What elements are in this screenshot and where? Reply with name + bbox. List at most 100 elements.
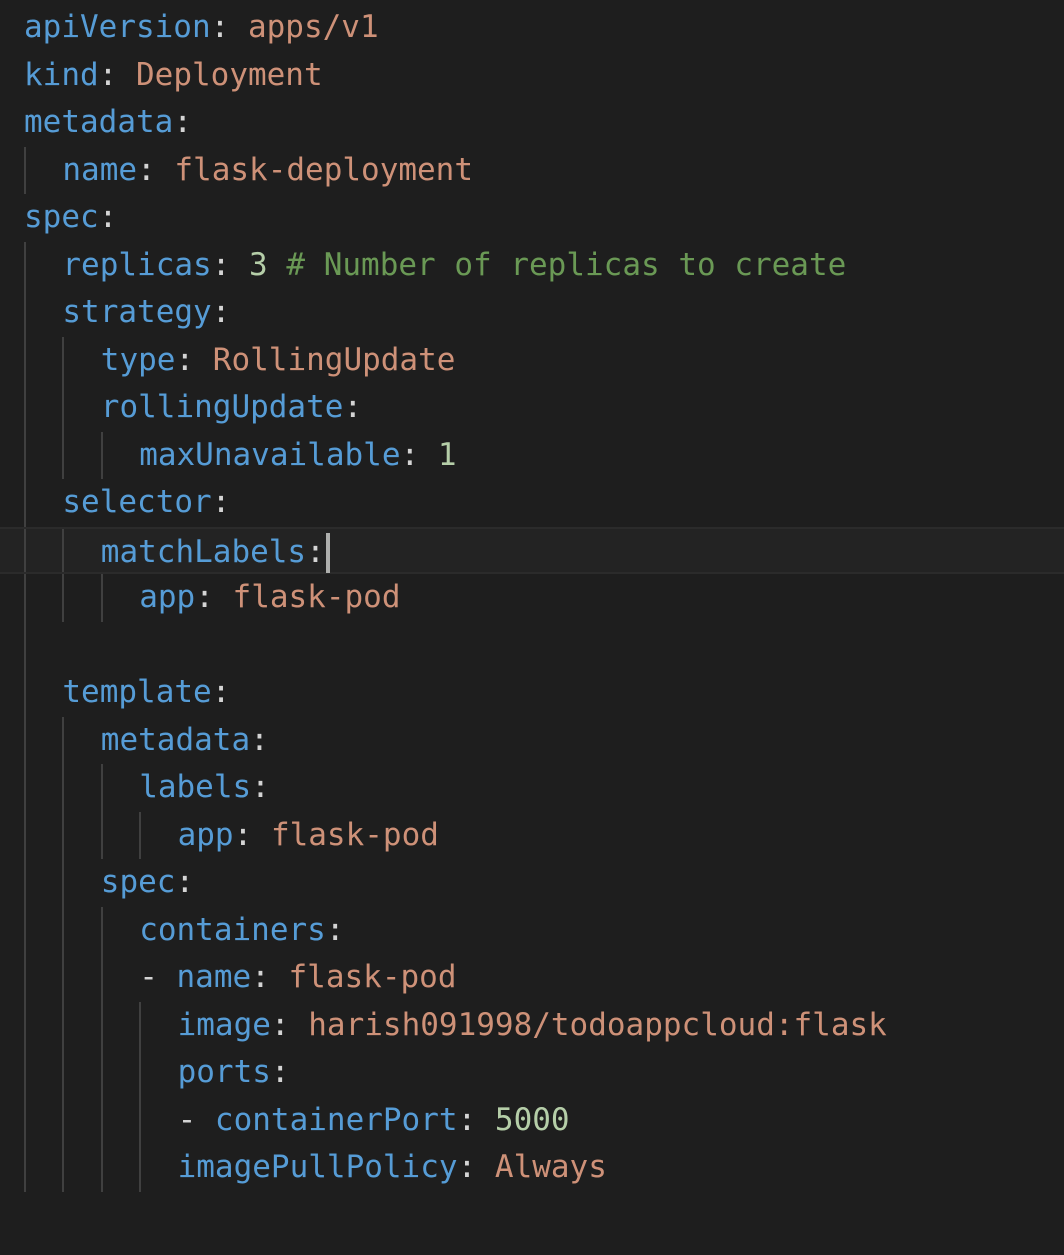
text-cursor <box>325 533 330 573</box>
code-line[interactable]: spec: <box>0 194 1064 242</box>
yaml-key: metadata <box>100 721 251 758</box>
indent-guide <box>100 1096 103 1144</box>
code-line[interactable]: strategy: <box>0 289 1064 337</box>
yaml-colon: : <box>195 579 214 615</box>
indent-guide <box>139 811 142 859</box>
yaml-value: 1 <box>437 436 457 473</box>
code-line[interactable]: - containerPort: 5000 <box>0 1096 1064 1145</box>
code-line[interactable]: app: flask-pod <box>0 574 1064 622</box>
list-dash: - <box>139 959 177 995</box>
indent-guide <box>24 146 26 194</box>
indent-guide <box>24 954 26 1002</box>
indent-guide <box>100 906 103 954</box>
indent-guide <box>62 336 65 384</box>
yaml-key: apiVersion <box>24 9 211 45</box>
yaml-colon: : <box>98 56 118 93</box>
code-line[interactable]: - name: flask-pod <box>0 954 1064 1002</box>
yaml-value: apps/v1 <box>247 9 379 45</box>
list-dash: - <box>177 1101 215 1138</box>
indent-guide <box>62 859 65 907</box>
yaml-value: RollingUpdate <box>212 341 456 378</box>
indent-guide <box>62 574 65 622</box>
yaml-colon: : <box>270 1006 290 1043</box>
code-text: spec: <box>24 194 117 242</box>
indent-guide <box>62 716 65 764</box>
indent-guide <box>100 1144 103 1192</box>
yaml-colon: : <box>306 533 325 570</box>
current-code-line[interactable]: matchLabels: <box>0 526 1064 574</box>
indent-guide <box>100 811 103 859</box>
indent-guide <box>62 906 65 954</box>
yaml-colon: : <box>211 674 231 710</box>
code-line[interactable]: metadata: <box>0 716 1064 764</box>
yaml-value: flask-pod <box>288 959 457 995</box>
yaml-key: template <box>62 674 212 710</box>
indent-guide <box>100 1001 103 1049</box>
yaml-key: app <box>177 816 234 853</box>
code-line[interactable]: type: RollingUpdate <box>0 336 1064 384</box>
indent-guide <box>100 431 103 479</box>
indent-guide <box>62 1144 65 1192</box>
yaml-colon: : <box>175 864 195 900</box>
indent-guide <box>100 954 103 1002</box>
code-line[interactable]: maxUnavailable: 1 <box>0 431 1064 479</box>
code-line[interactable]: ports: <box>0 1049 1064 1097</box>
code-line[interactable]: app: flask-pod <box>0 811 1064 859</box>
code-line[interactable]: image: harish091998/todoappcloud:flask <box>0 1001 1064 1050</box>
code-line[interactable] <box>0 621 1064 669</box>
code-text: apiVersion: apps/v1 <box>24 4 379 52</box>
yaml-key: replicas <box>62 246 212 283</box>
yaml-colon: : <box>251 769 270 805</box>
indent-guide <box>139 1144 142 1192</box>
yaml-value: Always <box>494 1149 607 1185</box>
indent-guide <box>62 1001 65 1049</box>
yaml-comment: # Number of replicas to create <box>286 246 847 283</box>
yaml-key: spec <box>100 864 176 900</box>
code-text: selector: <box>62 479 230 527</box>
code-line[interactable]: apiVersion: apps/v1 <box>0 4 1064 52</box>
indent-guide <box>24 621 26 669</box>
yaml-colon: : <box>210 9 230 45</box>
code-line[interactable]: replicas: 3 # Number of replicas to crea… <box>0 241 1064 289</box>
indent-guide <box>24 716 26 764</box>
yaml-colon: : <box>211 294 231 330</box>
indent-guide <box>24 241 26 289</box>
indent-guide <box>62 954 65 1002</box>
yaml-key: labels <box>139 769 252 805</box>
indent-guide <box>24 289 26 337</box>
code-line[interactable]: metadata: <box>0 99 1064 147</box>
code-line[interactable]: selector: <box>0 479 1064 527</box>
indent-guide <box>24 528 26 572</box>
yaml-value: flask-pod <box>232 579 401 615</box>
code-line[interactable]: containers: <box>0 906 1064 954</box>
code-text: imagePullPolicy: Always <box>178 1144 607 1192</box>
yaml-key: imagePullPolicy <box>177 1149 458 1185</box>
code-text: - containerPort: 5000 <box>178 1097 570 1145</box>
yaml-key: matchLabels <box>100 533 307 570</box>
indent-guide <box>24 764 26 812</box>
yaml-colon: : <box>270 1054 290 1090</box>
code-line[interactable]: name: flask-deployment <box>0 146 1064 194</box>
yaml-key: type <box>100 341 176 378</box>
code-text: app: flask-pod <box>139 574 400 622</box>
code-line[interactable]: kind: Deployment <box>0 52 1064 100</box>
code-text: - name: flask-pod <box>139 954 456 1002</box>
yaml-colon: : <box>400 436 420 473</box>
indent-guide <box>24 384 26 432</box>
code-text: image: harish091998/todoappcloud:flask <box>178 1002 887 1050</box>
indent-guide <box>62 1049 65 1097</box>
indent-guide <box>24 859 26 907</box>
code-line[interactable]: imagePullPolicy: Always <box>0 1144 1064 1192</box>
code-text: ports: <box>178 1049 290 1097</box>
code-line[interactable]: rollingUpdate: <box>0 384 1064 432</box>
code-line[interactable]: labels: <box>0 764 1064 812</box>
code-line[interactable]: template: <box>0 669 1064 717</box>
yaml-value: 3 <box>249 246 268 283</box>
code-text: labels: <box>139 764 270 812</box>
code-line[interactable]: spec: <box>0 859 1064 907</box>
indent-guide <box>24 336 26 384</box>
indent-guide <box>24 479 26 527</box>
indent-guide <box>24 1144 26 1192</box>
indent-guide <box>24 1096 26 1144</box>
code-editor[interactable]: apiVersion: apps/v1 kind: Deployment metad… <box>0 0 1064 1255</box>
